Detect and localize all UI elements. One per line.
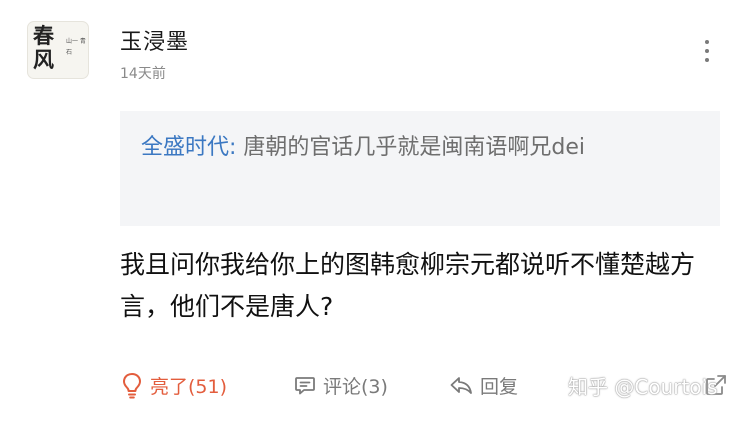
lightbulb-icon bbox=[120, 371, 144, 399]
avatar[interactable]: 春风 山一 青石 bbox=[27, 21, 89, 79]
more-vertical-icon bbox=[705, 40, 709, 44]
action-bar: 亮了(51) 评论(3) 回复 bbox=[120, 367, 740, 403]
reply-label: 回复 bbox=[480, 375, 519, 398]
reply-icon bbox=[448, 373, 474, 397]
quoted-comment: 全盛时代: 唐朝的官话几乎就是闽南语啊兄dei bbox=[120, 111, 720, 226]
avatar-small-text: 山一 青石 bbox=[66, 38, 86, 56]
share-icon bbox=[703, 372, 729, 398]
comment-button[interactable]: 评论(3) bbox=[293, 367, 388, 403]
quoted-author-link[interactable]: 全盛时代: bbox=[141, 135, 236, 160]
post-time: 14天前 bbox=[120, 66, 166, 82]
comment-content: 我且问你我给你上的图韩愈柳宗元都说听不懂楚越方言，他们不是唐人? bbox=[120, 250, 696, 321]
comment-icon bbox=[293, 373, 317, 397]
quoted-text: 唐朝的官话几乎就是闽南语啊兄dei bbox=[236, 135, 586, 160]
author-name[interactable]: 玉浸墨 bbox=[120, 24, 189, 56]
more-vertical-icon-dot bbox=[705, 58, 709, 62]
avatar-calligraphy: 春风 bbox=[33, 23, 54, 72]
comment-label: 评论(3) bbox=[323, 375, 388, 398]
like-button[interactable]: 亮了(51) bbox=[120, 367, 227, 403]
share-button[interactable] bbox=[703, 367, 729, 403]
more-options-button[interactable] bbox=[697, 38, 717, 64]
like-label: 亮了(51) bbox=[150, 375, 228, 398]
reply-button[interactable]: 回复 bbox=[448, 367, 518, 403]
more-vertical-icon-dot bbox=[705, 49, 709, 53]
